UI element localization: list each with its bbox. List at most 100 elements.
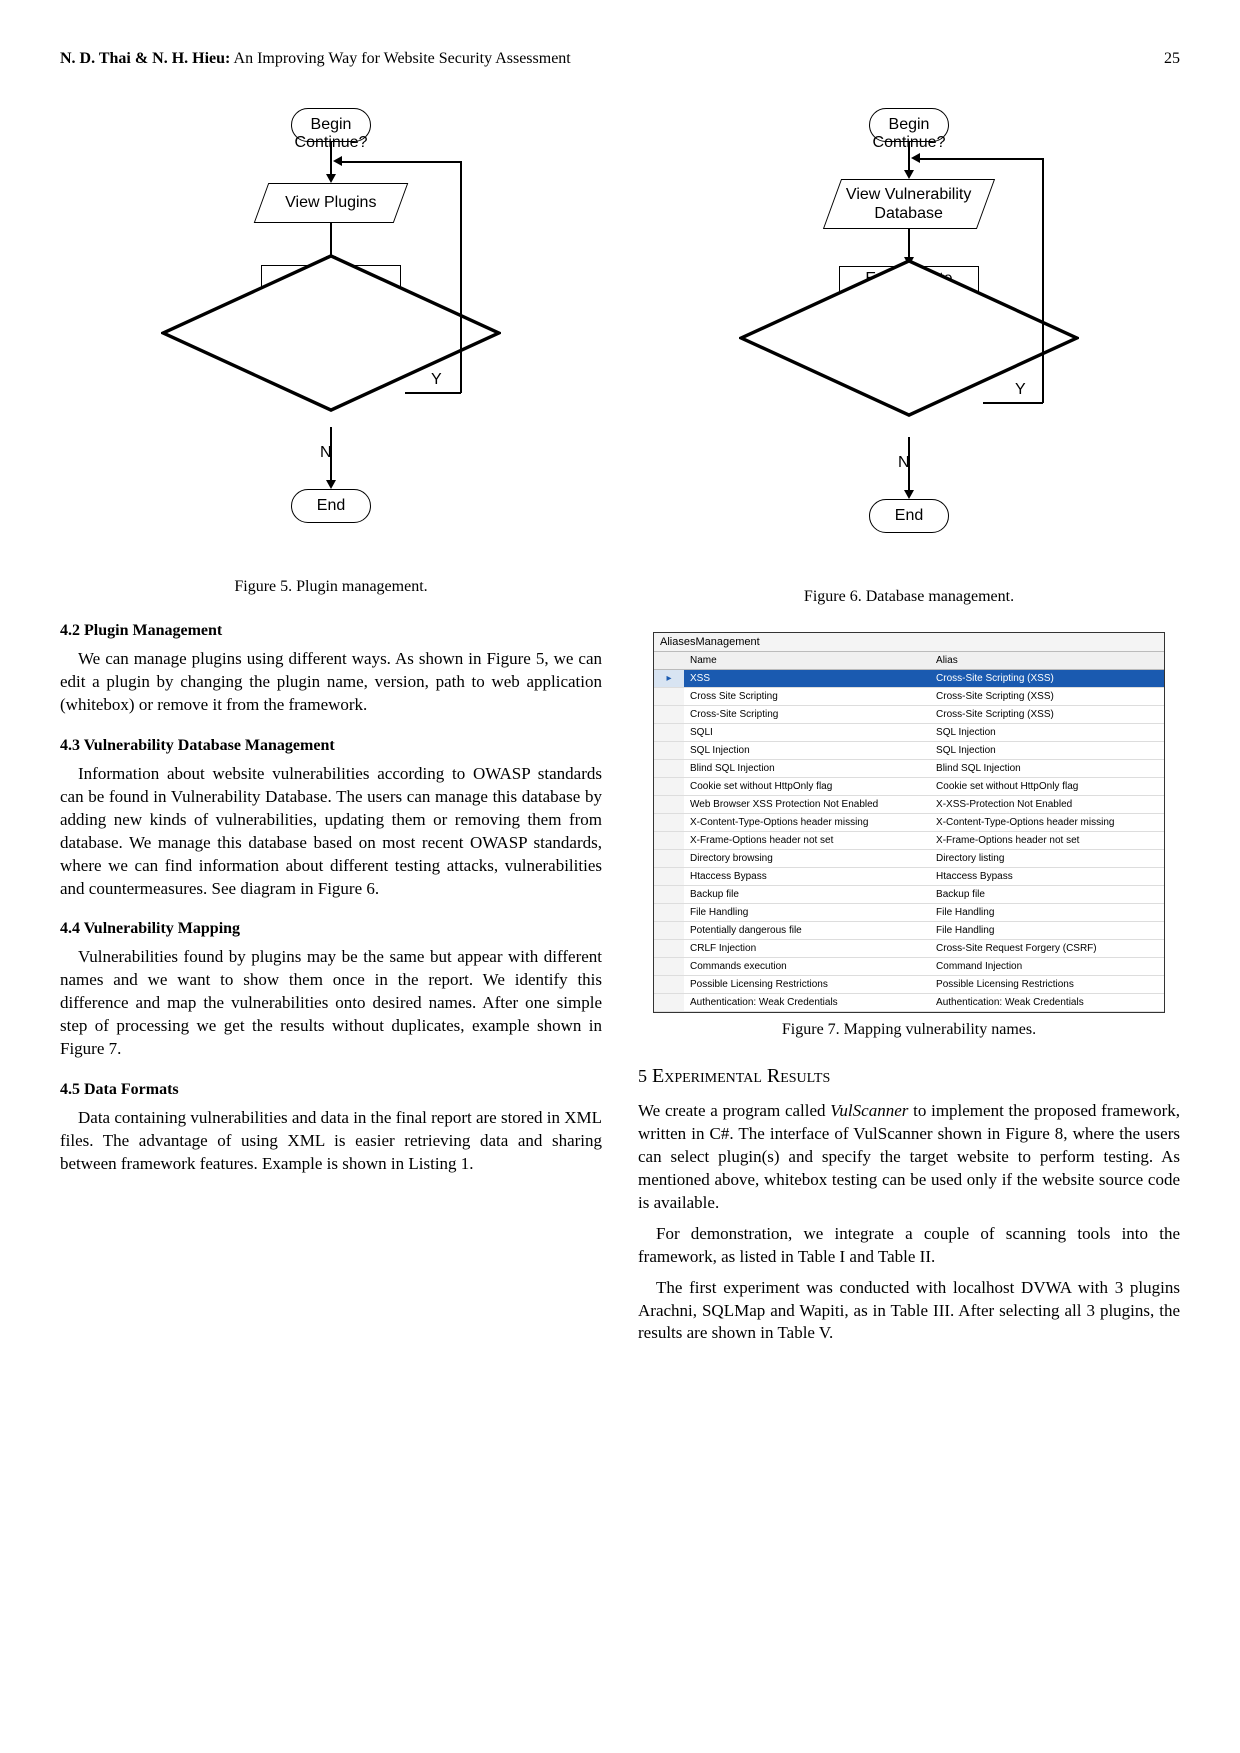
- table-row[interactable]: SQL InjectionSQL Injection: [654, 742, 1164, 760]
- cell-alias: X-XSS-Protection Not Enabled: [930, 796, 1164, 814]
- sec-4-5-head: 4.5 Data Formats: [60, 1081, 602, 1099]
- cell-name: CRLF Injection: [684, 940, 930, 958]
- sec-4-3-head: 4.3 Vulnerability Database Management: [60, 737, 602, 755]
- cell-alias: File Handling: [930, 922, 1164, 940]
- sec-5-p1: We create a program called VulScanner to…: [638, 1100, 1180, 1215]
- sec-4-4-head: 4.4 Vulnerability Mapping: [60, 920, 602, 938]
- cell-name: Possible Licensing Restrictions: [684, 976, 930, 994]
- row-marker: [654, 850, 684, 868]
- cell-alias: SQL Injection: [930, 724, 1164, 742]
- sec-4-5-body: Data containing vulnerabilities and data…: [60, 1107, 602, 1176]
- cell-name: X-Content-Type-Options header missing: [684, 814, 930, 832]
- figure-6-flowchart: Begin View Vulnerability Database Edit /…: [739, 108, 1079, 568]
- table-row[interactable]: X-Content-Type-Options header missingX-C…: [654, 814, 1164, 832]
- row-marker: [654, 886, 684, 904]
- aliases-col-alias: Alias: [930, 652, 1164, 670]
- sec-4-2-body: We can manage plugins using different wa…: [60, 648, 602, 717]
- row-marker: [654, 832, 684, 850]
- cell-alias: Possible Licensing Restrictions: [930, 976, 1164, 994]
- cell-name: Htaccess Bypass: [684, 868, 930, 886]
- table-row[interactable]: CRLF InjectionCross-Site Request Forgery…: [654, 940, 1164, 958]
- row-marker: [654, 724, 684, 742]
- sec-5-p2: For demonstration, we integrate a couple…: [638, 1223, 1180, 1269]
- row-marker: [654, 688, 684, 706]
- row-marker: [654, 868, 684, 886]
- sec-5-head: 5 Experimental Results: [638, 1065, 1180, 1088]
- fc6-continue: Continue?: [739, 108, 889, 178]
- aliases-col-name: Name: [684, 652, 930, 670]
- table-row[interactable]: Blind SQL InjectionBlind SQL Injection: [654, 760, 1164, 778]
- table-row[interactable]: Potentially dangerous fileFile Handling: [654, 922, 1164, 940]
- cell-alias: Cross-Site Scripting (XSS): [930, 670, 1164, 688]
- table-row[interactable]: ▸XSSCross-Site Scripting (XSS): [654, 670, 1164, 688]
- table-row[interactable]: File HandlingFile Handling: [654, 904, 1164, 922]
- table-row[interactable]: Authentication: Weak CredentialsAuthenti…: [654, 994, 1164, 1012]
- cell-alias: Cross-Site Request Forgery (CSRF): [930, 940, 1164, 958]
- row-marker: [654, 994, 684, 1012]
- table-row[interactable]: Cross-Site ScriptingCross-Site Scripting…: [654, 706, 1164, 724]
- row-marker: [654, 904, 684, 922]
- row-marker: [654, 742, 684, 760]
- row-marker: [654, 796, 684, 814]
- fc5-continue: Continue?: [161, 108, 311, 178]
- table-row[interactable]: Backup fileBackup file: [654, 886, 1164, 904]
- cell-name: File Handling: [684, 904, 930, 922]
- cell-alias: Command Injection: [930, 958, 1164, 976]
- figure-7-aliases-window: AliasesManagement Name Alias ▸XSSCross-S…: [653, 632, 1165, 1013]
- sec-4-2-head: 4.2 Plugin Management: [60, 622, 602, 640]
- header-title: An Improving Way for Website Security As…: [234, 50, 571, 67]
- cell-name: Web Browser XSS Protection Not Enabled: [684, 796, 930, 814]
- cell-name: Authentication: Weak Credentials: [684, 994, 930, 1012]
- cell-name: SQL Injection: [684, 742, 930, 760]
- cell-alias: X-Content-Type-Options header missing: [930, 814, 1164, 832]
- cell-alias: X-Frame-Options header not set: [930, 832, 1164, 850]
- row-marker: [654, 958, 684, 976]
- cell-alias: Blind SQL Injection: [930, 760, 1164, 778]
- cell-alias: Cookie set without HttpOnly flag: [930, 778, 1164, 796]
- table-row[interactable]: Commands executionCommand Injection: [654, 958, 1164, 976]
- table-row[interactable]: Htaccess BypassHtaccess Bypass: [654, 868, 1164, 886]
- row-marker: [654, 814, 684, 832]
- cell-name: Cross-Site Scripting: [684, 706, 930, 724]
- row-marker: [654, 778, 684, 796]
- cell-name: X-Frame-Options header not set: [684, 832, 930, 850]
- sec-4-3-body: Information about website vulnerabilitie…: [60, 763, 602, 901]
- cell-name: Cookie set without HttpOnly flag: [684, 778, 930, 796]
- page-number: 25: [1164, 50, 1180, 68]
- cell-alias: Directory listing: [930, 850, 1164, 868]
- cell-alias: Cross-Site Scripting (XSS): [930, 688, 1164, 706]
- cell-name: Potentially dangerous file: [684, 922, 930, 940]
- figure-5-caption: Figure 5. Plugin management.: [60, 578, 602, 596]
- table-row[interactable]: Cross Site ScriptingCross-Site Scripting…: [654, 688, 1164, 706]
- cell-name: Blind SQL Injection: [684, 760, 930, 778]
- cell-alias: Backup file: [930, 886, 1164, 904]
- aliases-title: AliasesManagement: [654, 633, 1164, 652]
- fc5-end: End: [291, 489, 371, 523]
- cell-alias: Cross-Site Scripting (XSS): [930, 706, 1164, 724]
- cell-alias: SQL Injection: [930, 742, 1164, 760]
- table-row[interactable]: Web Browser XSS Protection Not EnabledX-…: [654, 796, 1164, 814]
- table-row[interactable]: SQLISQL Injection: [654, 724, 1164, 742]
- table-row[interactable]: X-Frame-Options header not setX-Frame-Op…: [654, 832, 1164, 850]
- row-marker: ▸: [654, 670, 684, 688]
- aliases-table: Name Alias ▸XSSCross-Site Scripting (XSS…: [654, 652, 1164, 1012]
- sec-5-p3: The first experiment was conducted with …: [638, 1277, 1180, 1346]
- row-marker: [654, 922, 684, 940]
- fc5-no-label: N: [320, 444, 332, 462]
- fc6-no-label: N: [898, 454, 910, 472]
- table-row[interactable]: Directory browsingDirectory listing: [654, 850, 1164, 868]
- cell-alias: Htaccess Bypass: [930, 868, 1164, 886]
- table-row[interactable]: Possible Licensing RestrictionsPossible …: [654, 976, 1164, 994]
- row-marker: [654, 976, 684, 994]
- fc6-yes-label: Y: [1015, 381, 1026, 399]
- cell-alias: File Handling: [930, 904, 1164, 922]
- row-marker: [654, 706, 684, 724]
- figure-7-caption: Figure 7. Mapping vulnerability names.: [638, 1021, 1180, 1039]
- cell-name: Backup file: [684, 886, 930, 904]
- table-row[interactable]: Cookie set without HttpOnly flagCookie s…: [654, 778, 1164, 796]
- row-marker: [654, 940, 684, 958]
- cell-name: Directory browsing: [684, 850, 930, 868]
- cell-name: SQLI: [684, 724, 930, 742]
- figure-6-caption: Figure 6. Database management.: [638, 588, 1180, 606]
- row-marker: [654, 760, 684, 778]
